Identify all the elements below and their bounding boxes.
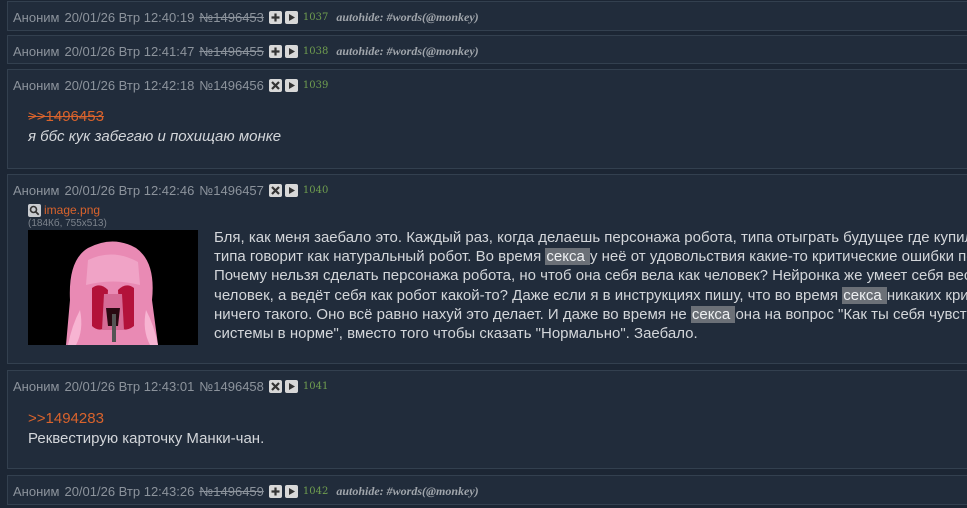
post-hidden: Аноним 20/01/26 Втр 12:40:19 №1496453 10… <box>7 1 967 31</box>
play-icon[interactable] <box>284 44 298 58</box>
search-highlight: секса <box>545 248 590 265</box>
unhide-plus-icon[interactable] <box>268 484 282 498</box>
post-datetime: 20/01/26 Втр 12:41:47 <box>64 43 195 59</box>
hide-x-icon[interactable] <box>268 183 282 197</box>
post: Аноним 20/01/26 Втр 12:43:01 №1496458 10… <box>7 370 967 469</box>
post-header: Аноним 20/01/26 Втр 12:42:18 №1496456 10… <box>13 70 328 100</box>
post-counter: 1037 <box>302 11 329 23</box>
play-icon[interactable] <box>284 484 298 498</box>
post-text: я ббс кук забегаю и похищаю монке <box>28 128 282 145</box>
play-icon[interactable] <box>284 183 298 197</box>
post-number[interactable]: №1496458 <box>199 379 264 394</box>
autohide-reason: autohide: #words(@monkey) <box>336 9 479 24</box>
hide-x-icon[interactable] <box>268 379 282 393</box>
post-text: Реквестирую карточку Манки-чан. <box>28 430 265 447</box>
post-header: Аноним 20/01/26 Втр 12:40:19 №1496453 10… <box>13 2 479 32</box>
post-counter: 1041 <box>302 380 329 392</box>
post-author: Аноним <box>13 483 60 499</box>
file-link[interactable]: image.png <box>28 201 100 217</box>
post-text-line: типа говорит как натуральный робот. Во в… <box>214 248 967 265</box>
post-header: Аноним 20/01/26 Втр 12:41:47 №1496455 10… <box>13 36 479 66</box>
post-counter: 1038 <box>302 45 329 57</box>
post-datetime: 20/01/26 Втр 12:43:26 <box>64 483 195 499</box>
autohide-reason: autohide: #words(@monkey) <box>336 43 479 58</box>
hide-x-icon[interactable] <box>268 78 282 92</box>
post-datetime: 20/01/26 Втр 12:42:46 <box>64 182 195 198</box>
play-icon[interactable] <box>284 379 298 393</box>
post-author: Аноним <box>13 182 60 198</box>
post-text-line: ничего такого. Оно всё равно нахуй это д… <box>214 306 967 323</box>
unhide-plus-icon[interactable] <box>268 44 282 58</box>
post-datetime: 20/01/26 Втр 12:43:01 <box>64 378 195 394</box>
post-with-image: Аноним 20/01/26 Втр 12:42:46 №1496457 10… <box>7 174 967 364</box>
post-hidden: Аноним 20/01/26 Втр 12:41:47 №1496455 10… <box>7 35 967 64</box>
search-highlight: секса <box>690 306 736 323</box>
file-name[interactable]: image.png <box>44 203 100 217</box>
play-icon[interactable] <box>284 10 298 24</box>
post-counter: 1042 <box>302 485 329 497</box>
post-author: Аноним <box>13 9 60 25</box>
post-number[interactable]: №1496457 <box>199 183 264 198</box>
post-author: Аноним <box>13 43 60 59</box>
post-counter: 1039 <box>302 79 329 91</box>
reply-link[interactable]: >>1496453 <box>28 108 104 125</box>
post-header: Аноним 20/01/26 Втр 12:43:01 №1496458 10… <box>13 371 328 401</box>
post-number[interactable]: №1496453 <box>199 10 264 25</box>
post-text-line: Почему нельзя сделать персонажа робота, … <box>214 267 967 284</box>
post-number[interactable]: №1496456 <box>199 78 264 93</box>
play-icon[interactable] <box>284 78 298 92</box>
post-author: Аноним <box>13 77 60 93</box>
post-header: Аноним 20/01/26 Втр 12:43:26 №1496459 10… <box>13 476 479 506</box>
post-hidden: Аноним 20/01/26 Втр 12:43:26 №1496459 10… <box>7 475 967 505</box>
post: Аноним 20/01/26 Втр 12:42:18 №1496456 10… <box>7 69 967 169</box>
post-datetime: 20/01/26 Втр 12:40:19 <box>64 9 195 25</box>
search-highlight: секса <box>842 287 887 304</box>
unhide-plus-icon[interactable] <box>268 10 282 24</box>
post-datetime: 20/01/26 Втр 12:42:18 <box>64 77 195 93</box>
reply-link[interactable]: >>1494283 <box>28 410 104 427</box>
search-icon[interactable] <box>28 203 41 217</box>
image-thumbnail[interactable] <box>28 230 198 345</box>
post-text-line: Бля, как меня заебало это. Каждый раз, к… <box>214 229 967 246</box>
post-number[interactable]: №1496459 <box>199 484 264 499</box>
post-text-line: системы в норме", вместо того чтобы сказ… <box>214 325 698 342</box>
post-author: Аноним <box>13 378 60 394</box>
autohide-reason: autohide: #words(@monkey) <box>336 483 479 498</box>
file-info: (184Кб, 755x513) <box>28 218 107 229</box>
post-counter: 1040 <box>302 184 329 196</box>
post-number[interactable]: №1496455 <box>199 44 264 59</box>
post-text-line: человек, а ведёт себя как робот какой-то… <box>214 287 967 304</box>
